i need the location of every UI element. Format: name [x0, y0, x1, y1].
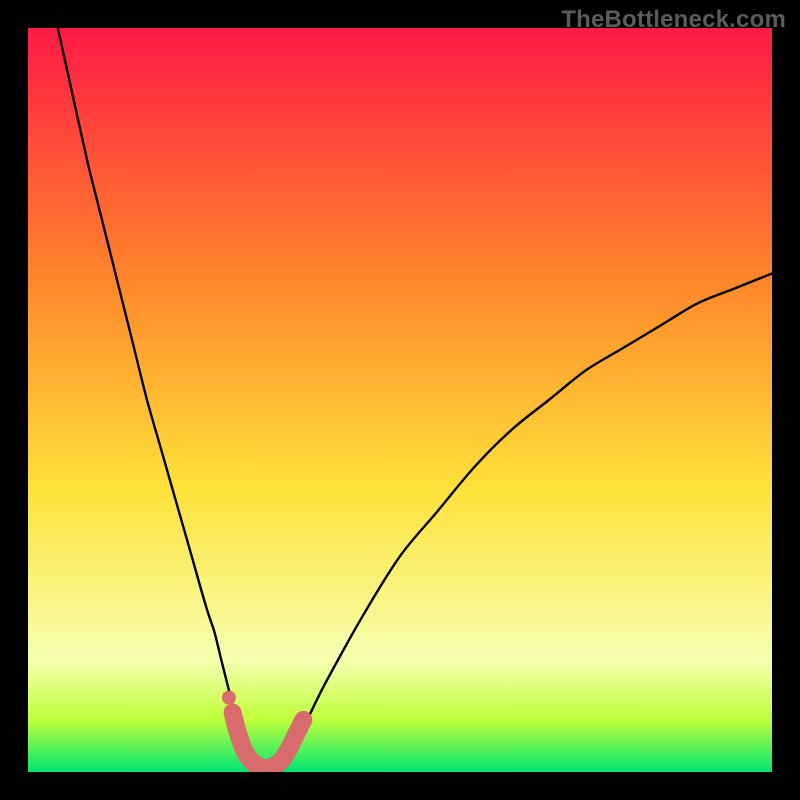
plot-frame	[28, 28, 772, 772]
page-root: TheBottleneck.com	[0, 0, 800, 800]
chart-background-gradient	[28, 28, 772, 772]
bottleneck-chart	[28, 28, 772, 772]
watermark-text: TheBottleneck.com	[561, 6, 786, 34]
highlight-dot	[222, 691, 236, 705]
